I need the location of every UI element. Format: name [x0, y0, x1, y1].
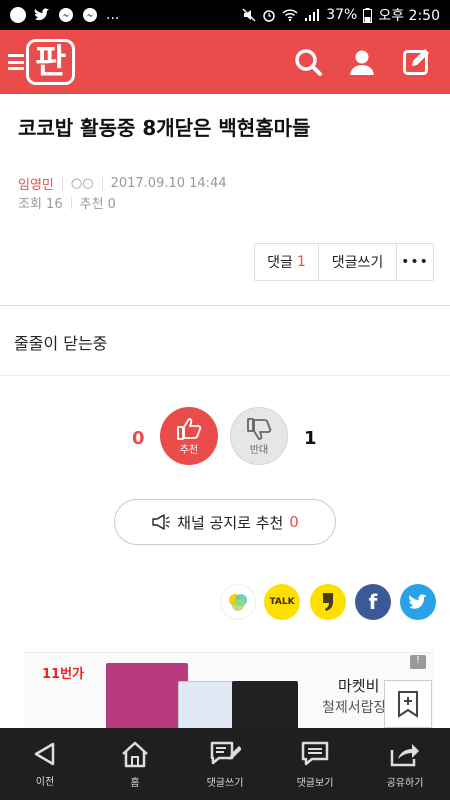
- wifi-icon: [282, 9, 298, 22]
- twitter-share-icon[interactable]: [400, 584, 436, 620]
- back-icon: [34, 742, 55, 765]
- post-body: 줄줄이 닫는중: [14, 334, 108, 353]
- nav-back[interactable]: 이전: [0, 728, 90, 800]
- oppose-label: 반대: [249, 444, 269, 456]
- mute-icon: [242, 8, 256, 22]
- more-notifications: ...: [106, 7, 120, 23]
- ad-product-image: [106, 663, 188, 728]
- line-share-icon[interactable]: [220, 584, 256, 620]
- nav-share[interactable]: 공유하기: [360, 728, 450, 800]
- nav-write-comment[interactable]: 댓글쓰기: [180, 728, 270, 800]
- post-masked-id: ○○: [70, 176, 94, 191]
- post-stats: 조회 16 추천 0: [18, 193, 116, 212]
- ad-title: 마켓비: [338, 677, 380, 695]
- kakaostory-share-icon[interactable]: [310, 584, 346, 620]
- nav-label: 댓글쓰기: [206, 777, 244, 789]
- oppose-button[interactable]: 반대: [230, 407, 288, 465]
- kakaotalk-share-icon[interactable]: TALK: [264, 584, 300, 620]
- more-button[interactable]: •••: [397, 244, 433, 280]
- post-meta: 임영민 ○○ 2017.09.10 14:44: [18, 174, 227, 193]
- ad-info-icon[interactable]: !: [410, 655, 426, 669]
- bookmark-plus-icon: [398, 691, 418, 718]
- nav-label: 이전: [35, 776, 55, 788]
- post-title: 코코밥 활동중 8개닫은 백현홈마들: [18, 116, 311, 140]
- comment-label: 댓글: [267, 255, 293, 271]
- megaphone-icon: [152, 514, 171, 530]
- battery-percent: 37%: [326, 7, 358, 23]
- search-icon[interactable]: [294, 48, 322, 76]
- meta-divider: [70, 196, 72, 209]
- bookmark-add-button[interactable]: [384, 680, 432, 728]
- write-icon[interactable]: [402, 47, 432, 77]
- facebook-share-icon[interactable]: f: [355, 584, 391, 620]
- divider: [0, 305, 450, 306]
- thumbs-down-icon: [247, 417, 272, 440]
- post-action-buttons: 댓글 1 댓글쓰기 •••: [254, 243, 434, 281]
- channel-notice-button[interactable]: 채널 공지로 추천 0: [114, 499, 336, 545]
- meta-divider: [61, 177, 63, 190]
- oppose-count: 1: [304, 428, 317, 449]
- ad-banner[interactable]: 11번가 마켓비 철제서랍장 !: [24, 652, 434, 728]
- recommend-label: 추천: [179, 444, 199, 456]
- messenger-icon: [59, 8, 73, 22]
- post-recommends: 추천 0: [79, 197, 116, 212]
- write-comment-button[interactable]: 댓글쓰기: [319, 244, 397, 280]
- share-icon: [390, 743, 419, 766]
- menu-icon[interactable]: [8, 54, 24, 70]
- nav-label: 홈: [130, 777, 140, 789]
- ad-subtitle: 철제서랍장: [322, 700, 387, 716]
- notification-icon: [10, 7, 26, 23]
- post-views: 조회 16: [18, 197, 63, 212]
- divider: [0, 375, 450, 376]
- twitter-notification-icon: [34, 8, 49, 21]
- write-comment-icon: [210, 741, 241, 764]
- comment-count: 1: [296, 254, 306, 270]
- battery-icon: [363, 7, 373, 23]
- channel-notice-label: 채널 공지로 추천: [177, 513, 284, 532]
- app-bar: 판: [0, 30, 450, 94]
- user-icon[interactable]: [348, 48, 376, 76]
- meta-divider: [101, 177, 103, 190]
- nav-view-comments[interactable]: 댓글보기: [270, 728, 360, 800]
- signal-icon: [305, 9, 320, 21]
- thumbs-up-icon: [177, 417, 202, 440]
- ad-brand: 11번가: [42, 667, 85, 682]
- ad-product-image: [232, 681, 298, 728]
- channel-notice-count: 0: [289, 513, 299, 531]
- nav-label: 공유하기: [386, 777, 424, 789]
- view-comments-icon: [301, 741, 329, 765]
- home-icon: [122, 741, 148, 767]
- clock: 오후 2:50: [378, 8, 440, 24]
- alarm-icon: [263, 10, 275, 22]
- messenger-icon-2: [83, 8, 97, 22]
- recommend-count: 0: [132, 428, 145, 449]
- comment-button[interactable]: 댓글 1: [255, 244, 319, 280]
- post-date: 2017.09.10 14:44: [110, 176, 227, 191]
- post-author[interactable]: 임영민: [18, 174, 54, 193]
- nav-label: 댓글보기: [296, 777, 334, 789]
- recommend-button[interactable]: 추천: [160, 407, 218, 465]
- nav-home[interactable]: 홈: [90, 728, 180, 800]
- status-bar: ... 37% 오후 2:50: [0, 0, 450, 30]
- logo[interactable]: 판: [26, 39, 76, 85]
- bottom-nav: 이전 홈 댓글쓰기 댓글보기 공유하기: [0, 728, 450, 800]
